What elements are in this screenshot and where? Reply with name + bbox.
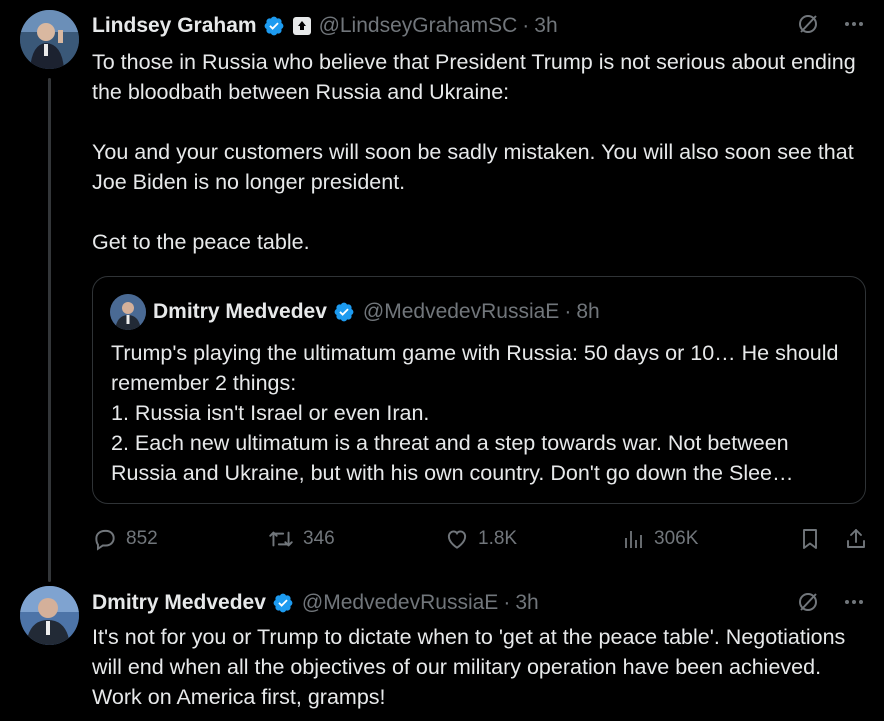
author-name[interactable]: Lindsey Graham — [92, 14, 257, 38]
like-count: 1.8K — [478, 528, 518, 549]
quoted-tweet[interactable]: Dmitry Medvedev @MedvedevRussiaE · 8h Tr… — [92, 276, 866, 504]
views-bar-chart-icon — [622, 526, 646, 552]
reply-count: 852 — [126, 528, 158, 549]
like-button[interactable]: 1.8K — [444, 522, 517, 556]
quoted-tweet-text: Trump's playing the ultimatum game with … — [111, 338, 851, 488]
reply-button[interactable]: 852 — [92, 522, 158, 556]
tweet-action-bar: 852 346 1.8K 306K — [92, 522, 872, 556]
tweet-text: It's not for you or Trump to dictate whe… — [92, 622, 872, 712]
thread-connector-line — [48, 78, 51, 582]
tweet-top-actions — [796, 12, 866, 36]
heart-icon — [444, 526, 470, 552]
tweet-top-actions — [796, 590, 866, 614]
tweet-paragraph: You and your customers will soon be sadl… — [92, 140, 854, 194]
grok-icon[interactable] — [796, 12, 820, 36]
tweet-text: To those in Russia who believe that Pres… — [92, 47, 872, 257]
author-name[interactable]: Dmitry Medvedev — [92, 591, 266, 615]
quoted-line: 1. Russia isn't Israel or even Iran. — [111, 401, 430, 425]
government-label-icon[interactable] — [292, 17, 311, 35]
bookmark-icon — [798, 526, 822, 552]
tweet-paragraph: Get to the peace table. — [92, 230, 310, 254]
reply-icon — [92, 526, 118, 552]
tweet-paragraph: It's not for you or Trump to dictate whe… — [92, 625, 846, 709]
author-avatar[interactable] — [20, 586, 79, 645]
more-options-icon[interactable] — [842, 590, 866, 614]
timestamp[interactable]: 3h — [515, 591, 538, 615]
tweet-header: Lindsey Graham @LindseyGrahamSC · 3h — [92, 11, 558, 41]
verified-badge-icon — [333, 301, 355, 323]
quoted-author-handle: @MedvedevRussiaE — [362, 300, 560, 323]
author-handle[interactable]: @MedvedevRussiaE — [302, 591, 498, 615]
share-icon — [844, 526, 868, 552]
tweet-lindsey-graham[interactable]: Lindsey Graham @LindseyGrahamSC · 3h To … — [0, 0, 884, 582]
quoted-line: Trump's playing the ultimatum game with … — [111, 341, 839, 395]
verified-badge-icon[interactable] — [272, 592, 294, 614]
quoted-tweet-header: Dmitry Medvedev @MedvedevRussiaE · 8h — [153, 297, 600, 327]
views-button[interactable]: 306K — [622, 522, 698, 556]
verified-badge-icon[interactable] — [263, 15, 285, 37]
separator-dot: · — [564, 300, 572, 323]
quoted-timestamp: 8h — [576, 300, 600, 323]
separator-dot: · — [522, 14, 530, 37]
bookmark-button[interactable] — [798, 522, 822, 556]
separator-dot: · — [503, 591, 511, 614]
timestamp[interactable]: 3h — [534, 14, 557, 38]
quoted-line: 2. Each new ultimatum is a threat and a … — [111, 431, 794, 485]
quoted-author-avatar — [110, 294, 146, 330]
tweet-dmitry-medvedev[interactable]: Dmitry Medvedev @MedvedevRussiaE · 3h It… — [0, 580, 884, 721]
tweet-header: Dmitry Medvedev @MedvedevRussiaE · 3h — [92, 588, 539, 618]
repost-button[interactable]: 346 — [267, 522, 335, 556]
grok-icon[interactable] — [796, 590, 820, 614]
repost-count: 346 — [303, 528, 335, 549]
quoted-author-name: Dmitry Medvedev — [153, 300, 327, 323]
more-options-icon[interactable] — [842, 12, 866, 36]
repost-icon — [267, 526, 295, 552]
author-avatar[interactable] — [20, 10, 79, 69]
views-count: 306K — [654, 528, 699, 549]
author-handle[interactable]: @LindseyGrahamSC — [319, 14, 518, 38]
share-button[interactable] — [844, 522, 868, 556]
tweet-paragraph: To those in Russia who believe that Pres… — [92, 50, 856, 104]
